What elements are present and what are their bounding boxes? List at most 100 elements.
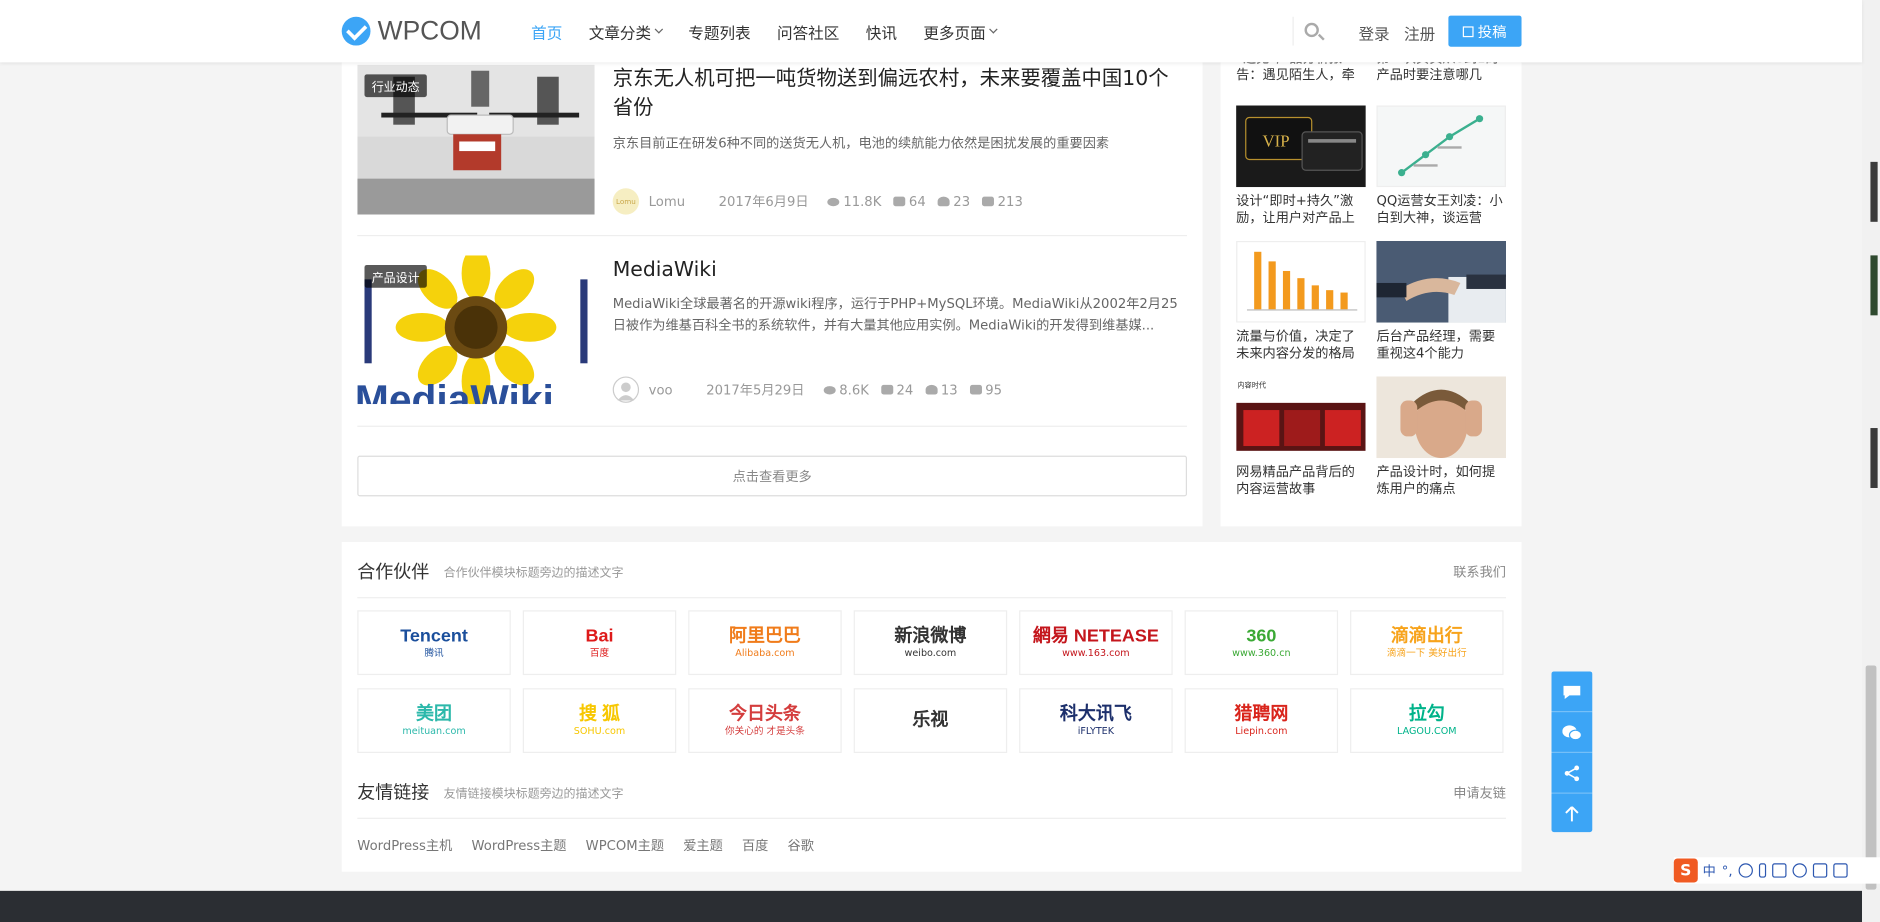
nav-news[interactable]: 快讯 bbox=[866, 20, 897, 43]
ime-mode[interactable]: 中 bbox=[1703, 861, 1716, 880]
sidebar-item-title[interactable]: QQ运营女王刘凌：小白到大神，谈运营人... bbox=[1376, 193, 1505, 227]
avatar[interactable]: Lomu bbox=[612, 188, 640, 215]
sidebar-item-title[interactable]: 流量与价值，决定了未来内容分发的格局 bbox=[1236, 329, 1365, 363]
sidebar-thumbnail[interactable] bbox=[1376, 376, 1506, 459]
partner-logo[interactable]: 360 www.360.cn bbox=[1184, 610, 1339, 676]
friend-link[interactable]: 百度 bbox=[742, 836, 768, 855]
list-item[interactable]: MediaWiki 产品设计 MediaWiki MediaWiki全球最著名的… bbox=[357, 255, 1188, 427]
sidebar-thumbnail[interactable] bbox=[1376, 240, 1506, 323]
views-count: 11.8K bbox=[843, 193, 882, 210]
register-link[interactable]: 注册 bbox=[1404, 22, 1435, 44]
sidebar-thumbnail[interactable] bbox=[1376, 105, 1506, 188]
chat-icon[interactable] bbox=[1562, 683, 1581, 700]
sidebar-item-title[interactable]: 产品设计时，如何提炼用户的痛点 bbox=[1376, 464, 1505, 498]
friend-link[interactable]: WPCOM主题 bbox=[586, 836, 664, 855]
author-name[interactable]: voo bbox=[649, 382, 673, 398]
avatar[interactable] bbox=[612, 376, 640, 403]
friend-link[interactable]: WordPress主题 bbox=[471, 836, 566, 855]
partner-logo[interactable]: 猎聘网 Liepin.com bbox=[1184, 688, 1339, 753]
emoji-icon[interactable] bbox=[1738, 863, 1753, 878]
grid-icon[interactable] bbox=[1833, 863, 1848, 878]
login-link[interactable]: 登录 bbox=[1358, 22, 1389, 44]
apply-link-button[interactable]: 申请友链 bbox=[1453, 782, 1506, 801]
article-title[interactable]: 京东无人机可把一吨货物送到偏远农村，未来要覆盖中国10个省份 bbox=[613, 65, 1186, 123]
site-logo[interactable]: WPCOM bbox=[341, 15, 482, 47]
skin-icon[interactable] bbox=[1812, 863, 1828, 878]
partner-logo-mark: 科大讯飞 bbox=[1059, 703, 1132, 725]
sogou-logo-icon[interactable]: S bbox=[1673, 858, 1698, 883]
ime-punctuation[interactable]: °, bbox=[1722, 863, 1733, 879]
vip-text: VIP bbox=[1263, 131, 1290, 150]
partner-logo[interactable]: 拉勾 LAGOU.COM bbox=[1350, 688, 1504, 753]
friend-links-list: WordPress主机 WordPress主题 WPCOM主题 爱主题 百度 谷… bbox=[357, 836, 833, 855]
nav-home[interactable]: 首页 bbox=[531, 20, 562, 43]
section-title: 合作伙伴 bbox=[357, 561, 430, 583]
partner-logo[interactable]: 新浪微博 weibo.com bbox=[853, 610, 1008, 676]
sidebar-item-title[interactable]: 设计“即时+持久”激励，让用户对产品上瘾 bbox=[1236, 193, 1365, 227]
partner-logo[interactable]: 搜 狐 SOHU.com bbox=[522, 688, 677, 753]
views-count: 8.6K bbox=[839, 381, 869, 398]
thumbs-up-icon bbox=[982, 196, 995, 207]
sidebar-item[interactable]: 后台产品经理，需要重视这4个能力 bbox=[1376, 240, 1506, 363]
partner-logo-subtext: www.360.cn bbox=[1232, 647, 1291, 659]
nav-more[interactable]: 更多页面 bbox=[923, 20, 998, 43]
author-name[interactable]: Lomu bbox=[649, 194, 685, 210]
partner-logo[interactable]: Tencent 腾讯 bbox=[357, 610, 511, 676]
keyboard-icon[interactable] bbox=[1772, 863, 1787, 878]
divider bbox=[1551, 751, 1593, 753]
sidebar-item-title[interactable]: 后台产品经理，需要重视这4个能力 bbox=[1376, 329, 1505, 363]
partner-logo-mark: 美团 bbox=[416, 703, 453, 725]
wechat-icon[interactable] bbox=[1562, 724, 1582, 741]
load-more-button[interactable]: 点击查看更多 bbox=[357, 455, 1188, 497]
nav-qa[interactable]: 问答社区 bbox=[777, 20, 839, 43]
partner-logo[interactable]: 阿里巴巴 Alibaba.com bbox=[688, 610, 842, 676]
sidebar-item[interactable]: 产品设计时，如何提炼用户的痛点 bbox=[1376, 376, 1506, 498]
friend-link[interactable]: WordPress主机 bbox=[357, 836, 452, 855]
arrow-up-icon[interactable] bbox=[1562, 806, 1581, 823]
microphone-icon[interactable] bbox=[1758, 863, 1767, 878]
partner-logo[interactable]: 科大讯飞 iFLYTEK bbox=[1019, 688, 1173, 753]
thumb-caption: MediaWiki bbox=[357, 377, 554, 404]
sidebar-item[interactable]: QQ运营女王刘凌：小白到大神，谈运营人... bbox=[1376, 105, 1506, 227]
share-icon[interactable] bbox=[1562, 765, 1581, 782]
likes-stat: 23 bbox=[937, 194, 970, 209]
partner-logo[interactable]: Bai 百度 bbox=[522, 610, 677, 676]
friend-links-header: 友情链接 友情链接模块标题旁边的描述文字 申请友链 bbox=[357, 766, 1506, 819]
friend-link[interactable]: 爱主题 bbox=[683, 836, 723, 855]
submit-article-button[interactable]: 投稿 bbox=[1448, 15, 1522, 47]
sidebar-item[interactable]: VIP 设计“即时+持久”激励，让用户对产品上瘾 bbox=[1236, 105, 1366, 227]
partner-logo[interactable]: 美团 meituan.com bbox=[357, 688, 511, 753]
article-title[interactable]: MediaWiki bbox=[613, 255, 1186, 284]
partner-logo[interactable]: 今日头条 你关心的 才是头条 bbox=[688, 688, 842, 753]
nav-categories[interactable]: 文章分类 bbox=[588, 20, 664, 43]
partner-logo-text: 美团 meituan.com bbox=[402, 704, 465, 738]
comments-count: 64 bbox=[908, 193, 926, 210]
user-icon[interactable] bbox=[1792, 863, 1807, 878]
section-title: 友情链接 bbox=[357, 781, 430, 804]
partner-logo-text: 新浪微博 weibo.com bbox=[894, 626, 966, 660]
sidebar-thumbnail[interactable]: VIP bbox=[1236, 105, 1366, 188]
scrollbar-thumb[interactable] bbox=[1865, 665, 1877, 890]
sidebar-item[interactable]: 流量与价值，决定了未来内容分发的格局 bbox=[1236, 240, 1366, 363]
contact-us-link[interactable]: 联系我们 bbox=[1453, 562, 1506, 581]
category-tag[interactable]: 行业动态 bbox=[364, 74, 427, 98]
partner-logo-subtext: LAGOU.COM bbox=[1397, 725, 1457, 737]
partner-logo[interactable]: 滴滴出行 滴滴一下 美好出行 bbox=[1350, 610, 1504, 676]
article-thumbnail[interactable]: 行业动态 bbox=[357, 64, 595, 215]
article-thumbnail[interactable]: MediaWiki 产品设计 bbox=[357, 255, 595, 405]
sidebar-thumbnail[interactable]: 内容时代 bbox=[1236, 376, 1366, 459]
submit-label: 投稿 bbox=[1477, 23, 1507, 41]
nav-topics[interactable]: 专题列表 bbox=[688, 20, 750, 43]
search-icon[interactable] bbox=[1304, 22, 1319, 38]
category-tag[interactable]: 产品设计 bbox=[364, 264, 427, 288]
logo-text: WPCOM bbox=[377, 15, 482, 46]
sidebar-item[interactable]: 内容时代 网易精品产品背后的内容运营故事 bbox=[1236, 376, 1366, 498]
partner-logo[interactable]: 乐视 bbox=[853, 688, 1008, 753]
comment-icon bbox=[880, 384, 893, 395]
sidebar-item-title[interactable]: 网易精品产品背后的内容运营故事 bbox=[1236, 464, 1365, 498]
nav-categories-label: 文章分类 bbox=[588, 24, 652, 43]
partner-logo[interactable]: 網易 NETEASE www.163.com bbox=[1019, 610, 1173, 676]
list-item[interactable]: 行业动态 京东无人机可把一吨货物送到偏远农村，未来要覆盖中国10个省份 京东目前… bbox=[357, 64, 1188, 237]
friend-link[interactable]: 谷歌 bbox=[788, 836, 814, 855]
sidebar-thumbnail[interactable] bbox=[1236, 240, 1366, 323]
